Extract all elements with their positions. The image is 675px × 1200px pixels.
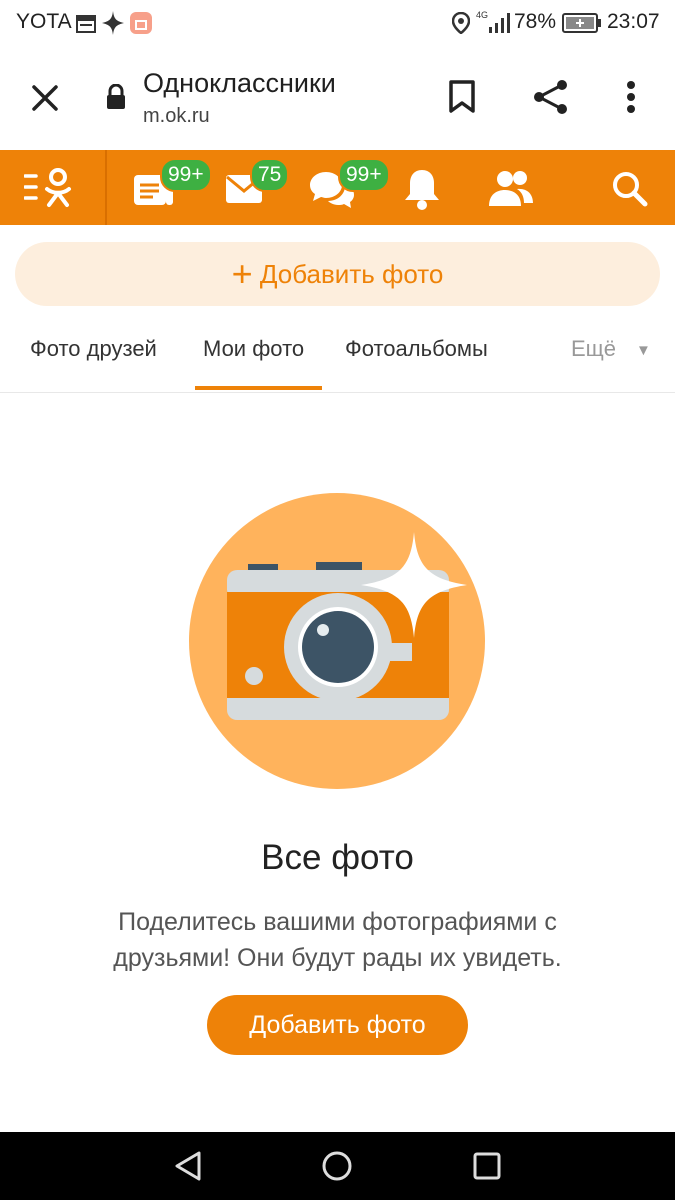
- tab-photo-albums[interactable]: Фотоальбомы: [345, 336, 488, 362]
- calendar-icon: [76, 15, 96, 33]
- page-title: Одноклассники: [143, 68, 336, 98]
- photo-tabs: Фото друзей Мои фото Фотоальбомы Ещё ▼: [0, 318, 675, 393]
- lock-icon: [107, 84, 125, 109]
- tab-friends-photos[interactable]: Фото друзей: [30, 336, 157, 362]
- battery-percent: 78%: [514, 10, 557, 33]
- camera-illustration-icon: [189, 493, 485, 789]
- search-icon[interactable]: [612, 171, 648, 207]
- header-divider: [105, 150, 107, 225]
- network-type: 4G: [476, 10, 489, 20]
- sparkle-icon: [102, 11, 124, 35]
- friends-icon[interactable]: [487, 170, 535, 208]
- system-nav-bar: [0, 1132, 675, 1200]
- tab-more[interactable]: Ещё: [571, 336, 616, 362]
- plus-icon: +: [231, 253, 253, 294]
- feed-badge: 99+: [160, 158, 212, 192]
- active-tab-indicator: [195, 386, 322, 390]
- share-icon[interactable]: [532, 78, 570, 116]
- bookmark-icon[interactable]: [448, 80, 476, 114]
- add-photo-top-button[interactable]: + Добавить фото: [15, 242, 660, 306]
- discussions-badge: 99+: [338, 158, 390, 192]
- browser-toolbar: Одноклассники m.ok.ru: [0, 46, 675, 150]
- more-vert-icon[interactable]: [624, 80, 638, 114]
- recents-icon[interactable]: [472, 1151, 502, 1181]
- app-notification-icon: [130, 12, 152, 34]
- location-icon: [452, 12, 470, 34]
- menu-logo-icon[interactable]: [24, 168, 76, 208]
- add-photo-top-label: Добавить фото: [259, 259, 444, 289]
- dropdown-arrow-icon[interactable]: ▼: [636, 342, 651, 359]
- notifications-bell-icon[interactable]: [401, 167, 443, 211]
- page-url: m.ok.ru: [143, 105, 210, 127]
- carrier-label: YOTA: [16, 10, 72, 33]
- messages-badge: 75: [250, 158, 290, 192]
- ok-header: 99+ 75 99+: [0, 150, 675, 225]
- status-bar: YOTA 4G 78% 23:07: [0, 0, 675, 46]
- tab-my-photos[interactable]: Мои фото: [203, 336, 304, 362]
- empty-state-description: Поделитесь вашими фотографиями с друзьям…: [113, 908, 562, 972]
- empty-state-title: Все фото: [261, 838, 414, 877]
- home-icon[interactable]: [321, 1150, 353, 1182]
- battery-icon: [562, 13, 601, 33]
- back-icon[interactable]: [172, 1150, 204, 1182]
- clock: 23:07: [607, 10, 660, 33]
- add-photo-button[interactable]: Добавить фото: [207, 995, 468, 1055]
- close-icon[interactable]: [31, 84, 59, 112]
- signal-icon: [489, 13, 510, 33]
